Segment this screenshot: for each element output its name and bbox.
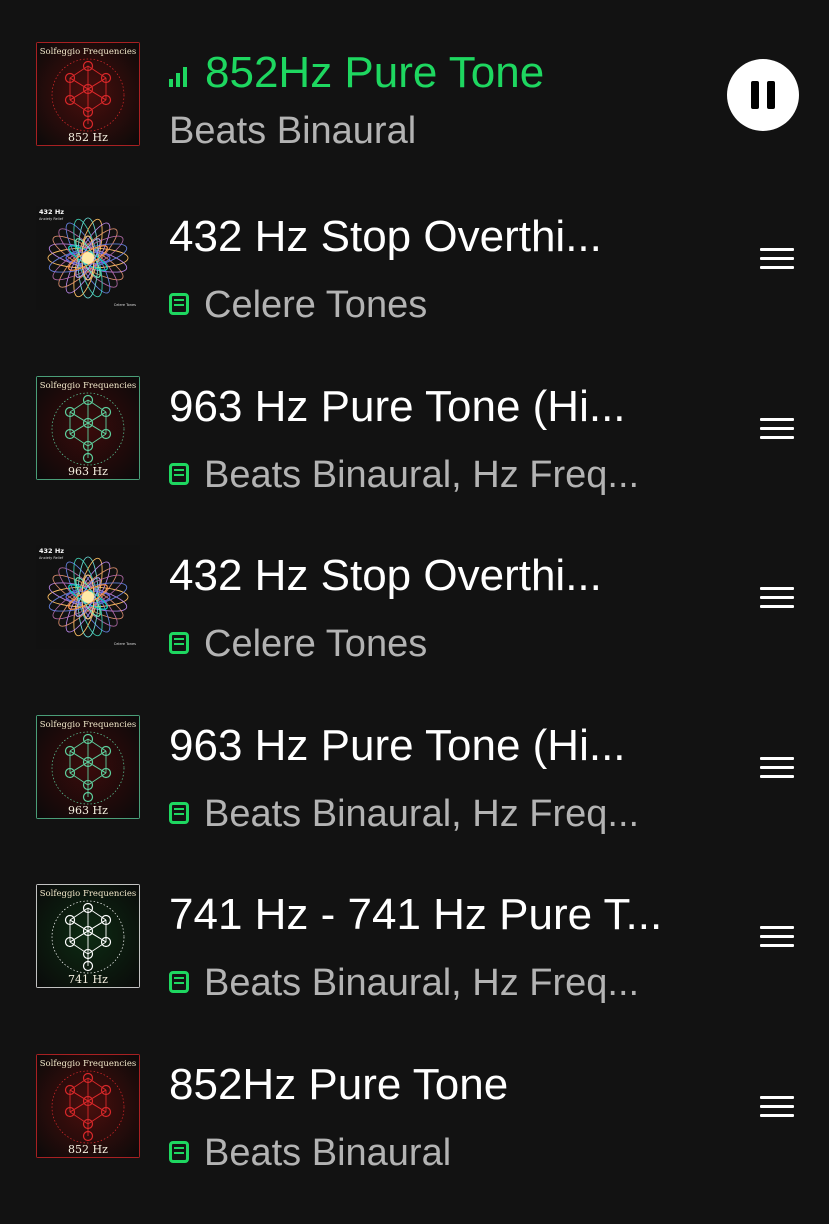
- track-title: 741 Hz - 741 Hz Pure T...: [169, 890, 663, 939]
- svg-text:852 Hz: 852 Hz: [68, 131, 108, 144]
- track-title: 963 Hz Pure Tone (Hi...: [169, 721, 626, 770]
- downloaded-icon: [169, 802, 193, 828]
- track-artist: Beats Binaural, Hz Freq...: [169, 452, 639, 498]
- drag-handle-icon[interactable]: [760, 1096, 794, 1118]
- downloaded-icon: [169, 971, 193, 997]
- track-artist: Celere Tones: [169, 282, 427, 328]
- svg-text:Celere Tones: Celere Tones: [114, 642, 136, 646]
- track-artist-text: Beats Binaural, Hz Freq...: [204, 962, 640, 1004]
- svg-text:Solfeggio Frequencies: Solfeggio Frequencies: [40, 889, 137, 899]
- drag-handle-icon[interactable]: [760, 248, 794, 270]
- track-artist-text: Beats Binaural: [204, 1132, 452, 1174]
- downloaded-icon: [169, 1141, 193, 1167]
- pause-button[interactable]: [727, 59, 799, 131]
- album-art: Solfeggio Frequencies 963 Hz: [36, 376, 140, 480]
- track-title: 852Hz Pure Tone: [169, 48, 544, 98]
- track-title: 432 Hz Stop Overthi...: [169, 551, 602, 600]
- queue-row[interactable]: 432 Hz Anxiety Relief Celere Tones 432 Hz …: [0, 545, 829, 715]
- svg-text:741 Hz: 741 Hz: [68, 973, 108, 986]
- svg-text:Solfeggio Frequencies: Solfeggio Frequencies: [40, 1059, 137, 1069]
- track-artist: Celere Tones: [169, 621, 427, 667]
- drag-handle-icon[interactable]: [760, 757, 794, 779]
- track-artist-text: Celere Tones: [204, 623, 428, 665]
- track-artist: Beats Binaural, Hz Freq...: [169, 960, 639, 1006]
- track-title: 432 Hz Stop Overthi...: [169, 212, 602, 261]
- svg-text:Anxiety Relief: Anxiety Relief: [39, 556, 64, 560]
- track-artist-text: Beats Binaural, Hz Freq...: [204, 793, 640, 835]
- svg-text:963 Hz: 963 Hz: [68, 804, 108, 817]
- svg-text:Anxiety Relief: Anxiety Relief: [39, 217, 64, 221]
- queue-row[interactable]: Solfeggio Frequencies 963 Hz 963 Hz Pure …: [0, 376, 829, 546]
- track-artist-text: Beats Binaural, Hz Freq...: [204, 454, 640, 496]
- pause-icon-bar: [767, 81, 775, 109]
- track-artist: Beats Binaural: [169, 1130, 451, 1176]
- svg-text:Solfeggio Frequencies: Solfeggio Frequencies: [40, 720, 137, 730]
- queue-row[interactable]: Solfeggio Frequencies 963 Hz 963 Hz Pure …: [0, 715, 829, 885]
- track-title: 852Hz Pure Tone: [169, 1060, 509, 1109]
- svg-text:Solfeggio Frequencies: Solfeggio Frequencies: [40, 47, 137, 57]
- queue-row[interactable]: Solfeggio Frequencies 852 Hz 852Hz Pure T…: [0, 1054, 829, 1224]
- track-title: 963 Hz Pure Tone (Hi...: [169, 382, 626, 431]
- pause-icon: [751, 81, 759, 109]
- drag-handle-icon[interactable]: [760, 587, 794, 609]
- album-art: Solfeggio Frequencies 741 Hz: [36, 884, 140, 988]
- album-art: Solfeggio Frequencies 852 Hz: [36, 1054, 140, 1158]
- svg-text:852 Hz: 852 Hz: [68, 1143, 108, 1156]
- album-art: Solfeggio Frequencies 852 Hz: [36, 42, 140, 146]
- album-art: 432 Hz Anxiety Relief Celere Tones: [36, 206, 140, 310]
- equalizer-icon: [169, 63, 195, 87]
- queue-row-now-playing[interactable]: Solfeggio Frequencies 852 Hz 852Hz Pure T…: [0, 42, 829, 212]
- svg-text:Solfeggio Frequencies: Solfeggio Frequencies: [40, 381, 137, 391]
- track-artist: Beats Binaural, Hz Freq...: [169, 791, 639, 837]
- svg-text:432 Hz: 432 Hz: [39, 208, 64, 216]
- album-art: 432 Hz Anxiety Relief Celere Tones: [36, 545, 140, 649]
- track-artist-text: Celere Tones: [204, 284, 428, 326]
- svg-text:Celere Tones: Celere Tones: [114, 303, 136, 307]
- drag-handle-icon[interactable]: [760, 418, 794, 440]
- downloaded-icon: [169, 632, 193, 658]
- queue-row[interactable]: Solfeggio Frequencies 741 Hz 741 Hz - 741…: [0, 884, 829, 1054]
- drag-handle-icon[interactable]: [760, 926, 794, 948]
- track-title-text: 852Hz Pure Tone: [205, 48, 545, 97]
- downloaded-icon: [169, 293, 193, 319]
- svg-text:432 Hz: 432 Hz: [39, 547, 64, 555]
- downloaded-icon: [169, 463, 193, 489]
- album-art: Solfeggio Frequencies 963 Hz: [36, 715, 140, 819]
- queue-row[interactable]: 432 Hz Anxiety Relief Celere Tones 432 Hz …: [0, 206, 829, 376]
- svg-text:963 Hz: 963 Hz: [68, 465, 108, 478]
- track-artist: Beats Binaural: [169, 110, 417, 152]
